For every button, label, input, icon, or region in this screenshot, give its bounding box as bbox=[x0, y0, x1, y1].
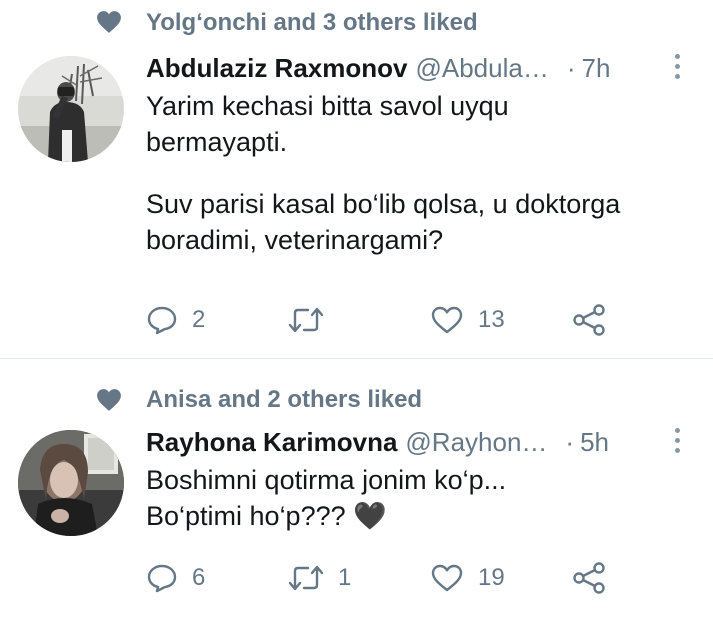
author-handle[interactable]: @Rayhon… bbox=[405, 427, 547, 458]
social-context[interactable]: Yolg‘onchi and 3 others liked bbox=[146, 9, 478, 37]
tweet-text: Boshimni qotirma jonim ko‘p... Bo‘ptimi … bbox=[146, 462, 686, 534]
tweet-text-line: Yarim kechasi bitta savol uyqu bbox=[146, 91, 509, 121]
tweet-text: Yarim kechasi bitta savol uyqu bermayapt… bbox=[146, 88, 686, 258]
reply-icon bbox=[147, 306, 177, 335]
tweet-actions: 2 13 bbox=[146, 302, 616, 338]
tweet-header: Abdulaziz Raxmonov @Abdula… · 7h bbox=[146, 50, 713, 86]
share-icon bbox=[573, 562, 605, 594]
share-button[interactable] bbox=[572, 302, 606, 338]
more-icon[interactable] bbox=[673, 54, 681, 84]
like-icon bbox=[431, 564, 463, 592]
retweet-count: 1 bbox=[338, 564, 352, 591]
heart-icon bbox=[97, 389, 121, 411]
tweet-text-line: Suv parisi kasal bo‘lib qolsa, u doktorg… bbox=[146, 189, 621, 219]
more-icon[interactable] bbox=[673, 428, 681, 458]
reply-button[interactable]: 2 bbox=[146, 302, 205, 338]
time-separator: · bbox=[566, 52, 576, 83]
tweet-header: Rayhona Karimovna @Rayhon… · 5h bbox=[146, 424, 713, 460]
heart-icon bbox=[97, 11, 121, 33]
time-separator: · bbox=[565, 426, 575, 457]
like-button[interactable]: 13 bbox=[430, 302, 505, 338]
avatar[interactable] bbox=[18, 430, 124, 536]
author-handle[interactable]: @Abdula… bbox=[415, 53, 548, 84]
share-button[interactable] bbox=[572, 560, 606, 596]
timestamp[interactable]: 7h bbox=[582, 53, 611, 84]
timestamp[interactable]: 5h bbox=[580, 427, 609, 458]
retweet-button[interactable]: 1 bbox=[288, 560, 351, 596]
tweet-2[interactable]: Anisa and 2 others liked Rayhona Karimov… bbox=[0, 360, 713, 621]
like-count: 19 bbox=[478, 564, 505, 591]
like-icon bbox=[431, 306, 463, 334]
author-name[interactable]: Rayhona Karimovna bbox=[146, 427, 397, 458]
tweet-text-line: bermayapti. bbox=[146, 127, 288, 157]
tweet-text-line: Bo‘ptimi ho‘p??? 🖤 bbox=[146, 501, 387, 531]
tweet-text-line: boradimi, veterinargami? bbox=[146, 225, 444, 255]
tweet-actions: 6 1 19 bbox=[146, 560, 616, 596]
retweet-icon bbox=[288, 307, 324, 333]
tweet-text-line bbox=[146, 160, 686, 186]
avatar[interactable] bbox=[18, 56, 124, 162]
reply-count: 2 bbox=[192, 306, 206, 333]
reply-button[interactable]: 6 bbox=[146, 560, 205, 596]
like-button[interactable]: 19 bbox=[430, 560, 505, 596]
tweet-1[interactable]: Yolg‘onchi and 3 others liked Abdulaziz … bbox=[0, 0, 713, 358]
tweet-text-line: Boshimni qotirma jonim ko‘p... bbox=[146, 465, 507, 495]
share-icon bbox=[573, 304, 605, 336]
retweet-button[interactable] bbox=[288, 302, 338, 338]
author-name[interactable]: Abdulaziz Raxmonov bbox=[146, 53, 407, 84]
reply-icon bbox=[147, 564, 177, 593]
social-context[interactable]: Anisa and 2 others liked bbox=[146, 386, 422, 414]
reply-count: 6 bbox=[192, 564, 206, 591]
retweet-icon bbox=[288, 565, 324, 591]
divider bbox=[0, 358, 713, 359]
like-count: 13 bbox=[478, 306, 505, 333]
